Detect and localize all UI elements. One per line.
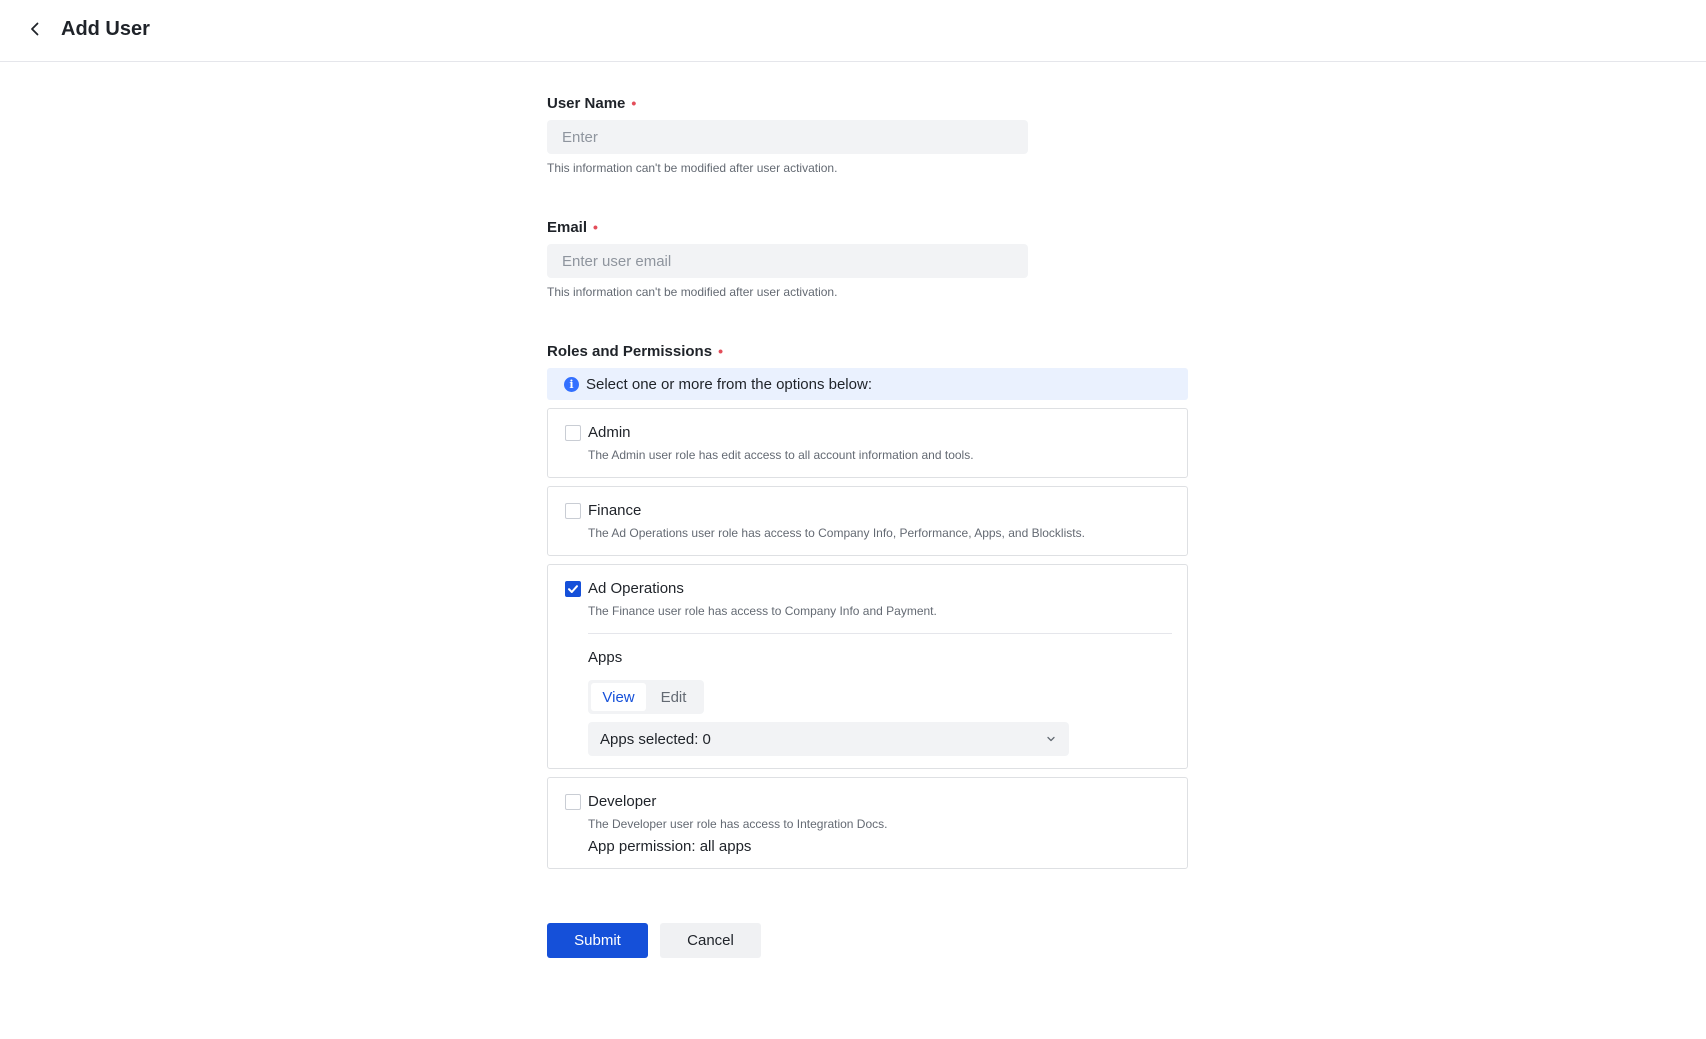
required-mark: • [718,343,723,359]
chevron-left-icon [31,22,39,36]
page-title: Add User [61,18,150,40]
role-title: Finance [588,502,642,519]
roles-label: Roles and Permissions • [547,343,723,360]
role-card-admin: Admin The Admin user role has edit acces… [547,408,1188,478]
required-mark: • [631,95,637,111]
page-header: Add User [0,0,1706,62]
role-description: The Finance user role has access to Comp… [588,604,937,618]
username-input[interactable] [547,120,1028,154]
view-mode-button[interactable]: View [591,683,646,711]
role-description: The Developer user role has access to In… [588,817,888,831]
edit-mode-button[interactable]: Edit [646,683,701,711]
admin-checkbox[interactable] [565,425,581,441]
role-description: The Ad Operations user role has access t… [588,526,1085,540]
app-permission-text: App permission: all apps [588,838,752,855]
info-icon: i [564,376,579,392]
apps-select-value: Apps selected: 0 [600,730,711,748]
info-text: Select one or more from the options belo… [586,375,872,393]
submit-button[interactable]: Submit [547,923,648,958]
divider [588,633,1172,634]
developer-checkbox[interactable] [565,794,581,810]
apps-select[interactable]: Apps selected: 0 [588,722,1069,756]
check-icon [568,585,578,593]
chevron-down-icon [1047,736,1055,742]
role-description: The Admin user role has edit access to a… [588,448,974,462]
back-button[interactable] [22,16,48,42]
email-input[interactable] [547,244,1028,278]
role-title: Ad Operations [588,580,684,597]
finance-checkbox[interactable] [565,503,581,519]
role-title: Admin [588,424,631,441]
required-mark: • [593,219,598,235]
username-label: User Name • [547,95,637,112]
info-banner: i Select one or more from the options be… [547,368,1188,400]
role-title: Developer [588,793,657,810]
apps-label: Apps [588,649,623,666]
username-hint: This information can't be modified after… [547,161,838,175]
email-label: Email • [547,219,598,236]
email-hint: This information can't be modified after… [547,285,838,299]
role-card-finance: Finance The Ad Operations user role has … [547,486,1188,556]
role-card-ad-operations: Ad Operations The Finance user role has … [547,564,1188,769]
role-card-developer: Developer The Developer user role has ac… [547,777,1188,869]
cancel-button[interactable]: Cancel [660,923,761,958]
apps-permission-toggle: View Edit [588,680,704,714]
ad-operations-checkbox[interactable] [565,581,581,597]
